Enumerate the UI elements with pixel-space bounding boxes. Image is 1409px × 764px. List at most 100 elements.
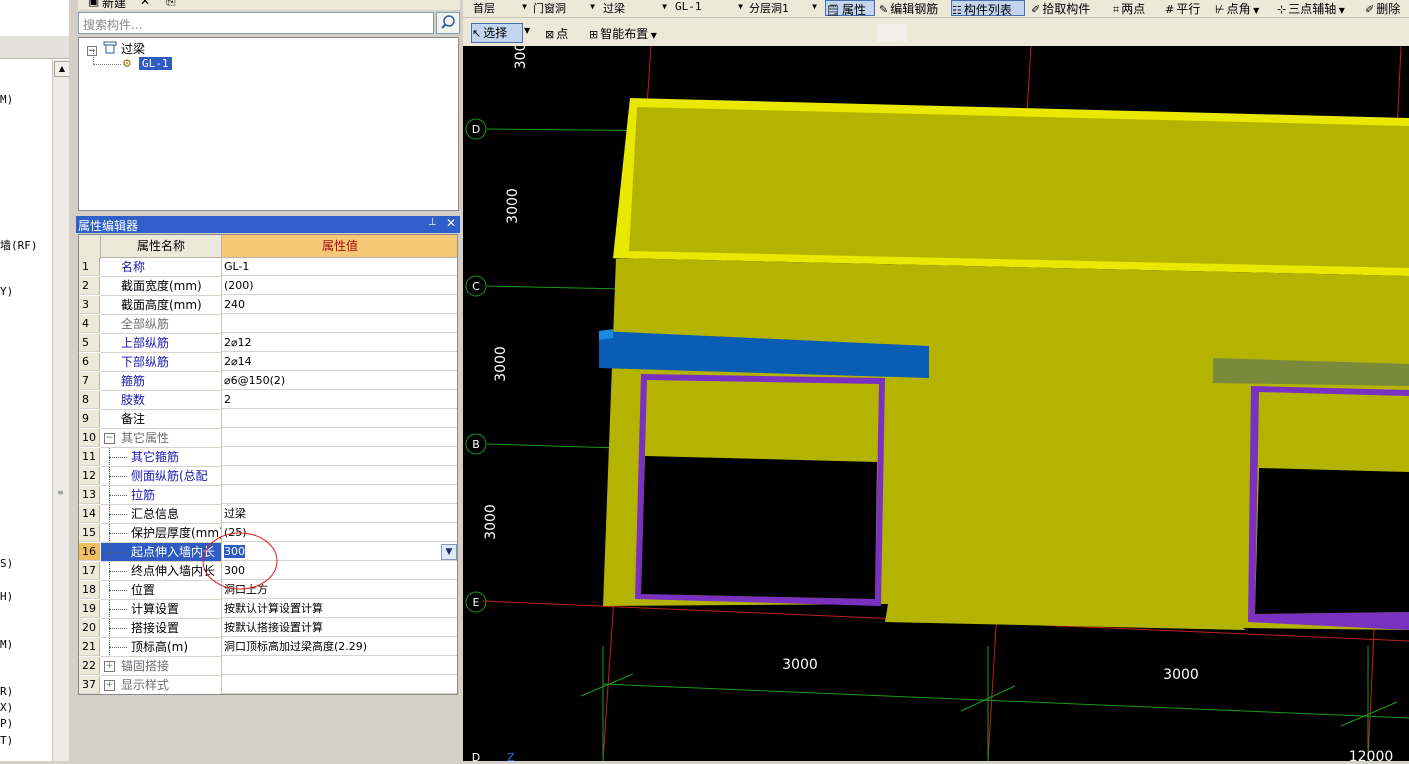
property-row[interactable]: 8 肢数 2 <box>79 391 457 410</box>
scroll-up-icon[interactable]: ▲ <box>54 61 70 77</box>
new-button[interactable]: 新建 <box>102 0 126 10</box>
property-row[interactable]: 9 备注 <box>79 410 457 429</box>
property-name[interactable]: + 锚固搭接 <box>101 657 222 676</box>
left-nav-item[interactable]: R) <box>0 685 13 698</box>
property-value[interactable] <box>222 657 457 675</box>
property-row[interactable]: 18 位置 洞口上方 <box>79 581 457 600</box>
expand-icon[interactable]: + <box>104 661 115 672</box>
property-row[interactable]: 15 保护层厚度(mm) (25) <box>79 524 457 543</box>
left-nav-item[interactable]: S) <box>0 557 13 570</box>
property-row[interactable]: 1 名称 GL-1 <box>79 258 457 277</box>
property-value[interactable] <box>222 429 457 447</box>
two-points-button[interactable]: ⌗ 两点 <box>1113 0 1159 16</box>
property-row[interactable]: 10− 其它属性 <box>79 429 457 448</box>
property-value[interactable]: 2⌀12 <box>222 334 457 352</box>
property-name[interactable]: 保护层厚度(mm) <box>101 524 222 543</box>
parallel-button[interactable]: # 平行 <box>1165 0 1211 16</box>
point-angle-button[interactable]: ⊬ 点角 ▼ <box>1215 0 1271 16</box>
col-header-name[interactable]: 属性名称 <box>101 235 222 258</box>
property-row[interactable]: 21 顶标高(m) 洞口顶标高加过梁高度(2.29) <box>79 638 457 657</box>
property-value[interactable]: 洞口顶标高加过梁高度(2.29) <box>222 638 457 656</box>
property-value[interactable]: 300 <box>222 562 457 580</box>
left-nav-item[interactable]: T) <box>0 734 13 747</box>
property-name[interactable]: 终点伸入墙内长 <box>101 562 222 581</box>
pin-icon[interactable]: ⊥ <box>428 217 437 228</box>
property-name[interactable]: 全部纵筋 <box>101 315 222 334</box>
property-value[interactable]: GL-1 <box>222 258 457 276</box>
property-name[interactable]: 搭接设置 <box>101 619 222 638</box>
property-row[interactable]: 7 箍筋 ⌀6@150(2) <box>79 372 457 391</box>
subtype-select[interactable]: 过梁 ▼ <box>603 0 669 15</box>
property-value[interactable]: 洞口上方 <box>222 581 457 599</box>
property-row[interactable]: 12 侧面纵筋(总配 <box>79 467 457 486</box>
property-name[interactable]: 侧面纵筋(总配 <box>101 467 222 486</box>
scroll-grip-icon[interactable]: ≡ <box>57 488 64 497</box>
property-value[interactable] <box>222 410 457 428</box>
property-name[interactable]: 截面高度(mm) <box>101 296 222 315</box>
copy-icon[interactable]: ⎘ <box>166 0 176 9</box>
expand-icon[interactable]: + <box>104 680 115 691</box>
left-nav-item[interactable]: Y) <box>0 285 13 298</box>
property-name[interactable]: 汇总信息 <box>101 505 222 524</box>
property-value-text[interactable]: 300 <box>224 545 245 558</box>
left-nav-item[interactable]: H) <box>0 590 13 603</box>
search-input[interactable]: 搜索构件... <box>78 12 434 34</box>
close-icon[interactable]: ✕ <box>446 216 456 230</box>
property-name[interactable]: 截面宽度(mm) <box>101 277 222 296</box>
property-value[interactable]: 按默认计算设置计算 <box>222 600 457 618</box>
property-value[interactable]: (25) <box>222 524 457 542</box>
wall-upper[interactable] <box>629 107 1409 268</box>
tree-collapse-icon[interactable]: − <box>87 42 97 56</box>
properties-button[interactable]: 🗒 属性 <box>825 0 875 17</box>
property-row[interactable]: 19 计算设置 按默认计算设置计算 <box>79 600 457 619</box>
property-name[interactable]: 起点伸入墙内长 <box>101 543 222 562</box>
left-nav-item[interactable]: 墙(RF) <box>0 237 38 253</box>
property-row[interactable]: 16 起点伸入墙内长 300 ▼ <box>79 543 457 562</box>
chevron-down-icon[interactable]: ▼ <box>441 544 457 560</box>
property-row[interactable]: 5 上部纵筋 2⌀12 <box>79 334 457 353</box>
property-name[interactable]: 肢数 <box>101 391 222 410</box>
property-row[interactable]: 3 截面高度(mm) 240 <box>79 296 457 315</box>
col-header-value[interactable]: 属性值 <box>222 235 457 258</box>
point-button[interactable]: ⊠ 点 <box>545 25 579 41</box>
property-name[interactable]: 拉筋 <box>101 486 222 505</box>
property-value[interactable] <box>222 467 457 485</box>
left-nav-item[interactable]: X) <box>0 701 13 714</box>
property-name[interactable]: − 其它属性 <box>101 429 222 448</box>
property-value[interactable]: 按默认搭接设置计算 <box>222 619 457 637</box>
property-value[interactable] <box>222 448 457 466</box>
smart-layout-button[interactable]: ⊞ 智能布置 ▼ <box>589 25 667 41</box>
property-value[interactable] <box>222 315 457 333</box>
property-value[interactable] <box>222 676 457 694</box>
tree-root-item[interactable]: 过梁 <box>121 40 145 57</box>
model-view[interactable]: D C B E D 3000 3000 3000 300 3000 3000 1… <box>463 43 1409 764</box>
property-value[interactable]: 240 <box>222 296 457 314</box>
component-list-button[interactable]: ☷ 构件列表 <box>951 0 1025 17</box>
property-row[interactable]: 4 全部纵筋 <box>79 315 457 334</box>
property-name[interactable]: 位置 <box>101 581 222 600</box>
search-button[interactable] <box>436 12 460 34</box>
property-row[interactable]: 14 汇总信息 过梁 <box>79 505 457 524</box>
collapse-icon[interactable]: − <box>104 433 115 444</box>
left-nav-item[interactable]: P) <box>0 717 13 730</box>
property-row[interactable]: 22 + 锚固搭接 <box>79 657 457 676</box>
edit-rebar-button[interactable]: ✎ 编辑钢筋 <box>879 0 949 16</box>
property-row[interactable]: 11 其它箍筋 <box>79 448 457 467</box>
property-name[interactable]: 名称 <box>101 258 222 277</box>
property-value[interactable]: 2⌀14 <box>222 353 457 371</box>
property-name[interactable]: 备注 <box>101 410 222 429</box>
three-point-axis-button[interactable]: ⊹ 三点辅轴 ▼ <box>1277 0 1359 16</box>
property-name[interactable]: 上部纵筋 <box>101 334 222 353</box>
component-select[interactable]: GL-1 ▼ <box>675 0 745 15</box>
floor-select[interactable]: 首层 ▼ <box>473 0 529 15</box>
delete-icon[interactable]: ✕ <box>140 0 150 8</box>
panel-splitter[interactable] <box>69 0 77 761</box>
delete-button[interactable]: ✐ 删除 <box>1365 0 1409 16</box>
property-name[interactable]: 其它箍筋 <box>101 448 222 467</box>
property-name[interactable]: 箍筋 <box>101 372 222 391</box>
property-value[interactable]: 2 <box>222 391 457 409</box>
property-value[interactable] <box>222 486 457 504</box>
new-icon[interactable]: ▣ <box>88 0 99 8</box>
property-name[interactable]: 计算设置 <box>101 600 222 619</box>
pick-component-button[interactable]: ✐ 拾取构件 <box>1031 0 1103 16</box>
